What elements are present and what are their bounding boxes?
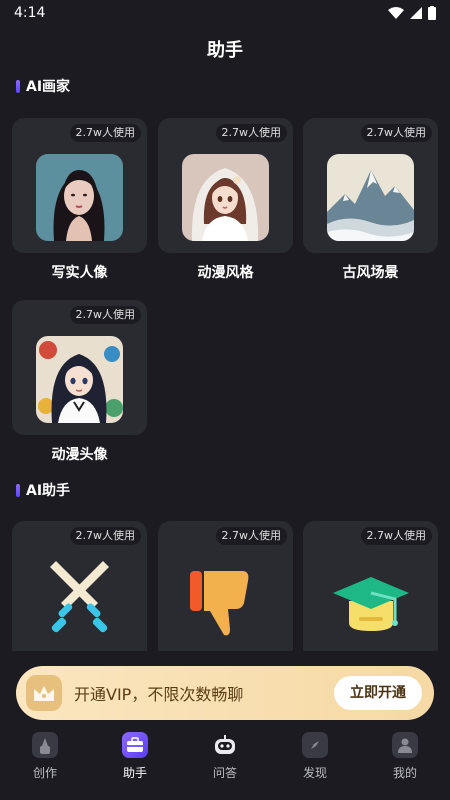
section-accent-bar — [16, 483, 20, 497]
anime-style-image — [182, 154, 269, 241]
assistant-briefcase-icon — [122, 732, 148, 758]
thumbs-down-icon — [190, 571, 249, 636]
card-assistant-battle[interactable]: 2.7w人使用 — [12, 521, 147, 651]
tab-profile[interactable]: 我的 — [360, 726, 450, 800]
card-label-anime-style: 动漫风格 — [197, 265, 254, 281]
robot-icon — [212, 732, 238, 758]
anime-avatar-image — [36, 336, 123, 423]
usage-badge: 2.7w人使用 — [360, 124, 432, 142]
bottom-tab-bar: 创作 助手 问答 发现 我的 — [0, 726, 450, 800]
section-header-ai-assistant: AI助手 — [16, 480, 70, 500]
status-bar: 4:14 — [0, 0, 450, 26]
usage-badge: 2.7w人使用 — [215, 527, 287, 545]
crossed-swords-icon — [50, 561, 109, 633]
tab-label-profile: 我的 — [392, 766, 417, 780]
card-assistant-study[interactable]: 2.7w人使用 — [303, 521, 438, 651]
crown-icon — [26, 675, 62, 711]
vip-banner[interactable]: 开通VIP，不限次数畅聊 立即开通 — [16, 666, 434, 720]
card-label-anime-avatar: 动漫头像 — [51, 447, 108, 463]
card-anime-avatar[interactable]: 2.7w人使用 — [12, 300, 147, 435]
tab-label-create: 创作 — [32, 766, 57, 780]
create-icon — [32, 732, 58, 758]
usage-badge: 2.7w人使用 — [360, 527, 432, 545]
section-title-ai-painter: AI画家 — [26, 79, 71, 95]
card-label-ancient-landscape: 古风场景 — [342, 265, 399, 281]
card-assistant-critique[interactable]: 2.7w人使用 — [158, 521, 293, 651]
status-time: 4:14 — [14, 5, 46, 21]
tab-assistant[interactable]: 助手 — [90, 726, 180, 800]
card-ancient-landscape[interactable]: 2.7w人使用 — [303, 118, 438, 253]
signal-icon — [410, 7, 422, 19]
vip-activate-button[interactable]: 立即开通 — [334, 676, 422, 710]
profile-icon — [392, 732, 418, 758]
tab-label-assistant: 助手 — [122, 766, 147, 780]
compass-icon — [302, 732, 328, 758]
tab-qa[interactable]: 问答 — [180, 726, 270, 800]
usage-badge: 2.7w人使用 — [215, 124, 287, 142]
vip-promo-text: 开通VIP，不限次数畅聊 — [74, 685, 244, 704]
realistic-portrait-image — [36, 154, 123, 241]
card-realistic-portrait[interactable]: 2.7w人使用 — [12, 118, 147, 253]
wifi-icon — [388, 7, 404, 19]
section-accent-bar — [16, 79, 20, 93]
tab-discover[interactable]: 发现 — [270, 726, 360, 800]
battery-icon — [428, 6, 436, 20]
tab-label-qa: 问答 — [212, 766, 237, 780]
usage-badge: 2.7w人使用 — [69, 527, 141, 545]
graduation-cap-icon — [333, 577, 409, 631]
page-title: 助手 — [207, 40, 243, 61]
card-anime-style[interactable]: 2.7w人使用 — [158, 118, 293, 253]
usage-badge: 2.7w人使用 — [69, 306, 141, 324]
tab-create[interactable]: 创作 — [0, 726, 90, 800]
status-icons — [388, 6, 436, 20]
card-label-realistic-portrait: 写实人像 — [51, 265, 108, 281]
tab-label-discover: 发现 — [302, 766, 327, 780]
section-header-ai-painter: AI画家 — [16, 76, 70, 96]
section-title-ai-assistant: AI助手 — [26, 483, 71, 499]
ancient-landscape-image — [327, 154, 414, 241]
usage-badge: 2.7w人使用 — [69, 124, 141, 142]
